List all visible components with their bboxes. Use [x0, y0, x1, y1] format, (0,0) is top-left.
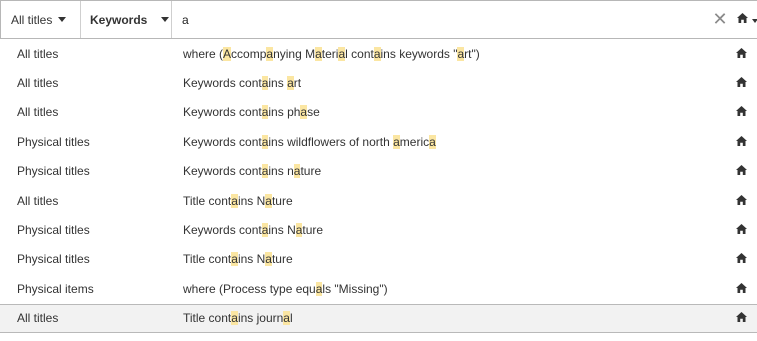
suggestion-row[interactable]: Physical items where (Process type equals…	[0, 274, 757, 303]
suggestion-description: Keywords contains Nature	[183, 223, 324, 238]
suggestion-scope: Physical titles	[17, 164, 90, 179]
search-input[interactable]: a	[182, 1, 682, 38]
match-highlight: a	[315, 281, 323, 296]
home-icon	[736, 135, 747, 146]
suggestion-row[interactable]: Physical titles Keywords contains nature	[0, 157, 757, 186]
match-highlight: a	[265, 193, 272, 208]
home-icon	[736, 47, 747, 58]
suggestion-description: Keywords contains nature	[183, 164, 322, 179]
suggestion-row[interactable]: All titles Keywords contains phase	[0, 98, 757, 127]
match-highlight: a	[393, 134, 400, 149]
suggestion-description: Title contains Nature	[183, 252, 293, 267]
match-highlight: a	[261, 76, 269, 91]
scope-dropdown[interactable]: All titles	[0, 1, 81, 38]
home-icon	[736, 106, 747, 117]
match-highlight: a	[300, 105, 308, 120]
home-icon	[736, 224, 747, 235]
match-highlight: a	[261, 164, 269, 179]
match-highlight: a	[287, 76, 294, 91]
suggestion-scope: All titles	[17, 193, 59, 208]
suggestion-description: Title contains journal	[183, 311, 293, 326]
match-highlight: a	[231, 311, 238, 326]
suggestion-description: Keywords contains wildflowers of north a…	[183, 134, 436, 149]
match-highlight: a	[315, 46, 322, 61]
suggestion-description: Keywords contains phase	[183, 105, 320, 120]
home-icon	[736, 194, 747, 205]
suggestion-row[interactable]: Physical titles Keywords contains wildflo…	[0, 127, 757, 156]
match-highlight: a	[373, 46, 381, 61]
home-icon	[736, 282, 747, 293]
suggestion-row[interactable]: All titles where (Accompanying Material c…	[0, 39, 757, 68]
suggestion-scope: Physical titles	[17, 252, 90, 267]
search-bar: All titles Keywords a ✕	[0, 0, 757, 39]
home-icon	[736, 77, 747, 88]
chevron-down-icon	[58, 17, 67, 22]
close-icon[interactable]: ✕	[712, 10, 728, 28]
suggestion-scope: Physical titles	[17, 223, 90, 238]
suggestion-description: Title contains Nature	[183, 193, 293, 208]
match-highlight: a	[261, 134, 269, 149]
field-dropdown[interactable]: Keywords	[81, 1, 172, 38]
match-highlight: a	[231, 252, 238, 267]
match-highlight: a	[283, 311, 290, 326]
match-highlight: a	[265, 252, 272, 267]
suggestion-list: All titles where (Accompanying Material c…	[0, 39, 757, 333]
chevron-down-icon[interactable]	[752, 19, 757, 23]
match-highlight: a	[293, 164, 301, 179]
match-highlight: a	[338, 46, 346, 61]
match-highlight: A	[223, 46, 232, 61]
match-highlight: a	[266, 46, 274, 61]
suggestion-description: where (Process type equals "Missing")	[183, 281, 388, 296]
match-highlight: a	[295, 223, 303, 238]
home-icon	[736, 165, 747, 176]
match-highlight: a	[261, 105, 269, 120]
scope-dropdown-label: All titles	[11, 12, 53, 27]
home-icon	[736, 312, 747, 323]
match-highlight: a	[457, 46, 465, 61]
home-icon	[736, 253, 747, 264]
chevron-down-icon	[161, 17, 170, 22]
home-icon[interactable]	[737, 13, 748, 23]
suggestion-scope: All titles	[17, 46, 59, 61]
suggestion-row[interactable]: Physical titles Keywords contains Nature	[0, 215, 757, 244]
suggestion-row[interactable]: All titles Keywords contains art	[0, 68, 757, 97]
field-dropdown-label: Keywords	[90, 12, 148, 27]
suggestion-row[interactable]: All titles Title contains journal	[0, 303, 757, 333]
suggestion-description: Keywords contains art	[183, 76, 302, 91]
match-highlight: a	[429, 134, 436, 149]
suggestion-description: where (Accompanying Material contains ke…	[183, 46, 480, 61]
match-highlight: a	[261, 223, 269, 238]
suggestion-scope: All titles	[17, 105, 59, 120]
suggestion-row[interactable]: Physical titles Title contains Nature	[0, 245, 757, 274]
suggestion-scope: All titles	[17, 311, 59, 326]
suggestion-scope: Physical items	[17, 281, 94, 296]
suggestion-row[interactable]: All titles Title contains Nature	[0, 186, 757, 215]
suggestion-scope: All titles	[17, 76, 59, 91]
search-input-value: a	[182, 12, 189, 27]
suggestion-scope: Physical titles	[17, 134, 90, 149]
match-highlight: a	[231, 193, 238, 208]
